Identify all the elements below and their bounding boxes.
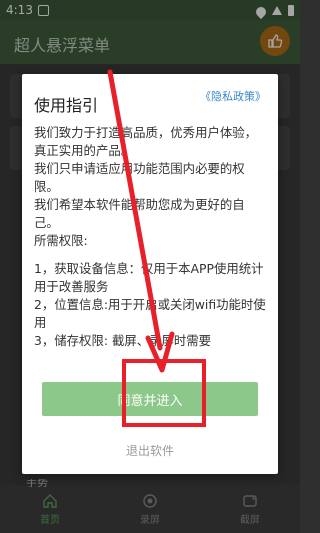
guide-dialog: 使用指引 《隐私政策》 我们致力于打造高品质，优秀用户体验，真正实用的产品。 我… [22,74,278,474]
dialog-paragraph: 我们希望本软件能帮助您成为更好的自己。 [34,197,245,230]
dialog-paragraph: 所需权限: [34,233,88,248]
dialog-paragraph: 2，位置信息:用于开启或关闭wifi功能时使用 [34,297,266,330]
dialog-paragraph: 我们致力于打造高品质，优秀用户体验，真正实用的产品。 [34,125,258,158]
dialog-title: 使用指引 [34,96,99,115]
dialog-paragraph: 1，获取设备信息：仅用于本APP使用统计用于改善服务 [34,261,264,294]
dialog-paragraph: 我们只申请适应用功能范围内必要的权限。 [34,161,245,194]
dialog-body: 我们致力于打造高品质，优秀用户体验，真正实用的产品。 我们只申请适应用功能范围内… [34,124,266,350]
agree-and-enter-button[interactable]: 同意并进入 [42,382,258,416]
exit-app-button[interactable]: 退出软件 [22,442,278,459]
dialog-paragraph: 3，储存权限: 截屏、录屏时需要 [34,333,212,348]
privacy-policy-link[interactable]: 《隐私政策》 [200,88,266,104]
